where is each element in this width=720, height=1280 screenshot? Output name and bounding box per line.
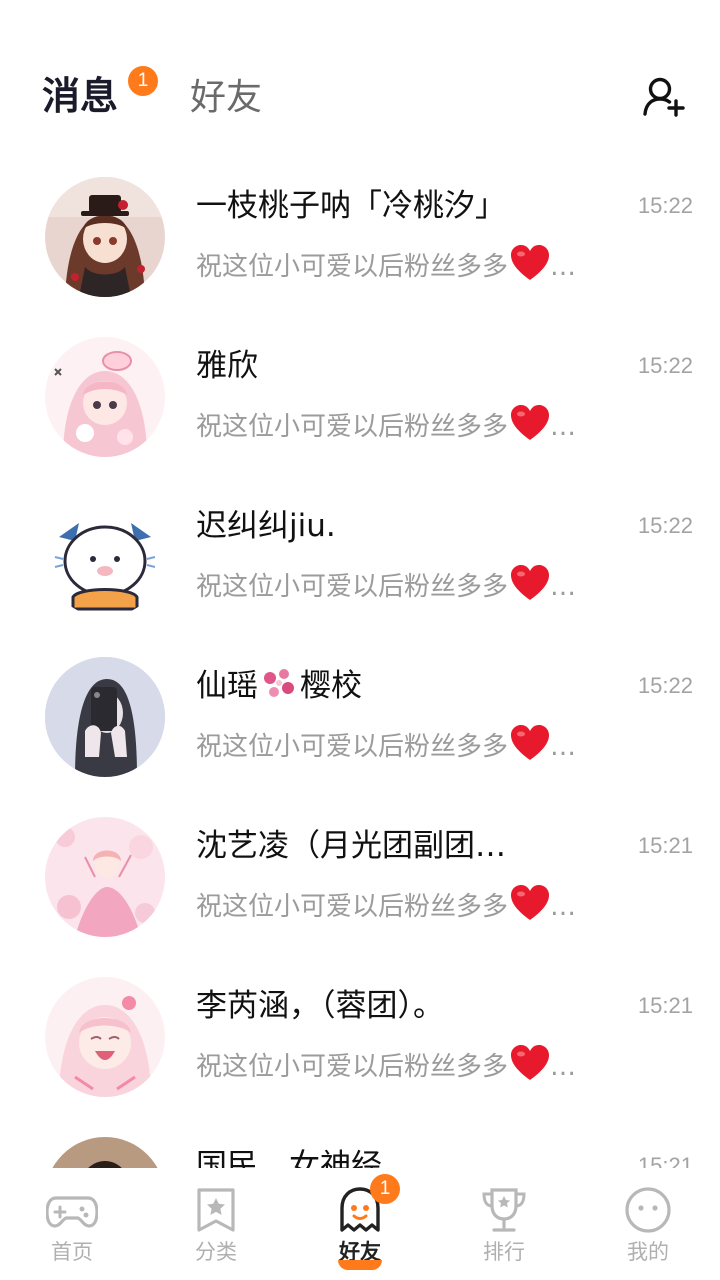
- add-user-icon[interactable]: [640, 74, 686, 120]
- conversation-time: 15:22: [637, 353, 693, 378]
- conversation-preview: 祝这位小可爱以后粉丝多多 …: [196, 404, 576, 445]
- heart-emoji-icon: [510, 564, 550, 602]
- conversation-name: 迟纠纠jiu.: [196, 508, 336, 544]
- tab-home[interactable]: 首页: [0, 1168, 144, 1280]
- conversation-item[interactable]: 雅欣 15:22 祝这位小可爱以后粉丝多多 …: [0, 320, 720, 480]
- avatar: [45, 657, 165, 777]
- conversation-preview: 祝这位小可爱以后粉丝多多 …: [196, 884, 576, 925]
- avatar: [45, 497, 165, 617]
- conversation-name: 国民、女神经: [196, 1148, 382, 1168]
- conversation-preview: 祝这位小可爱以后粉丝多多 …: [196, 724, 576, 765]
- preview-ellipsis: …: [550, 412, 577, 442]
- conversation-time: 15:22: [637, 193, 693, 218]
- bottom-tab-bar: 首页 分类 1 好友 排行 我的: [0, 1168, 720, 1280]
- preview-ellipsis: …: [550, 892, 577, 922]
- preview-text: 祝这位小可爱以后粉丝多多: [196, 732, 509, 762]
- face-icon: [622, 1184, 674, 1236]
- avatar: [45, 817, 165, 937]
- flower-emoji-icon: [260, 666, 298, 700]
- avatar: [45, 177, 165, 297]
- preview-ellipsis: …: [550, 732, 577, 762]
- conversation-preview: 祝这位小可爱以后粉丝多多 …: [196, 564, 576, 605]
- trophy-icon: [478, 1184, 530, 1236]
- active-tab-indicator: [338, 1260, 382, 1270]
- preview-text: 祝这位小可爱以后粉丝多多: [196, 892, 509, 922]
- conversation-time: 15:22: [637, 513, 693, 538]
- conversation-time: 15:22: [637, 673, 693, 698]
- heart-emoji-icon: [510, 244, 550, 282]
- avatar: [45, 337, 165, 457]
- preview-text: 祝这位小可爱以后粉丝多多: [196, 412, 509, 442]
- tab-label: 我的: [627, 1240, 669, 1264]
- conversation-name: 李芮涵，（蓉团）。: [196, 988, 444, 1024]
- preview-text: 祝这位小可爱以后粉丝多多: [196, 1052, 509, 1082]
- name-part: 樱校: [300, 668, 362, 704]
- heart-emoji-icon: [510, 884, 550, 922]
- tab-ranking[interactable]: 排行: [432, 1168, 576, 1280]
- avatar: [45, 977, 165, 1097]
- name-part: 仙瑶: [196, 668, 258, 704]
- tab-friends[interactable]: 好友: [190, 72, 262, 124]
- conversation-time: 15:21: [637, 833, 693, 858]
- conversation-list: 一枝桃子呐「冷桃汐」 15:22 祝这位小可爱以后粉丝多多 … 雅欣 15:22 …: [0, 160, 720, 1168]
- conversation-preview: 祝这位小可爱以后粉丝多多 …: [196, 244, 576, 285]
- avatar: [45, 1137, 165, 1168]
- tab-label: 分类: [195, 1240, 237, 1264]
- conversation-time: 15:21: [637, 993, 693, 1018]
- friends-tab-badge: 1: [370, 1174, 400, 1204]
- conversation-name: 雅欣: [196, 348, 258, 384]
- conversation-name: 仙瑶 樱校: [196, 666, 362, 706]
- conversation-item[interactable]: 迟纠纠jiu. 15:22 祝这位小可爱以后粉丝多多 …: [0, 480, 720, 640]
- preview-text: 祝这位小可爱以后粉丝多多: [196, 252, 509, 282]
- preview-text: 祝这位小可爱以后粉丝多多: [196, 572, 509, 602]
- conversation-item[interactable]: 国民、女神经 15:21: [0, 1120, 720, 1168]
- star-bookmark-icon: [190, 1184, 242, 1236]
- header: 消息 1 好友: [0, 0, 720, 160]
- conversation-item[interactable]: 一枝桃子呐「冷桃汐」 15:22 祝这位小可爱以后粉丝多多 …: [0, 160, 720, 320]
- tab-category[interactable]: 分类: [144, 1168, 288, 1280]
- preview-ellipsis: …: [550, 572, 577, 602]
- tab-label: 排行: [483, 1240, 525, 1264]
- tab-friends[interactable]: 1 好友: [288, 1168, 432, 1280]
- preview-ellipsis: …: [550, 252, 577, 282]
- conversation-item[interactable]: 李芮涵，（蓉团）。 15:21 祝这位小可爱以后粉丝多多 …: [0, 960, 720, 1120]
- preview-ellipsis: …: [550, 1052, 577, 1082]
- messages-unread-badge: 1: [128, 66, 158, 96]
- tab-me[interactable]: 我的: [576, 1168, 720, 1280]
- gamepad-icon: [45, 1184, 99, 1236]
- conversation-preview: 祝这位小可爱以后粉丝多多 …: [196, 1044, 576, 1085]
- tab-messages[interactable]: 消息: [42, 70, 118, 122]
- heart-emoji-icon: [510, 1044, 550, 1082]
- heart-emoji-icon: [510, 724, 550, 762]
- heart-emoji-icon: [510, 404, 550, 442]
- conversation-name: 沈艺凌（月光团副团…: [196, 828, 506, 864]
- conversation-item[interactable]: 仙瑶 樱校 15:22 祝这位小可爱以后粉丝多多 …: [0, 640, 720, 800]
- tab-label: 首页: [51, 1240, 93, 1264]
- conversation-name: 一枝桃子呐「冷桃汐」: [196, 188, 506, 224]
- conversation-time: 15:21: [637, 1153, 693, 1168]
- conversation-item[interactable]: 沈艺凌（月光团副团… 15:21 祝这位小可爱以后粉丝多多 …: [0, 800, 720, 960]
